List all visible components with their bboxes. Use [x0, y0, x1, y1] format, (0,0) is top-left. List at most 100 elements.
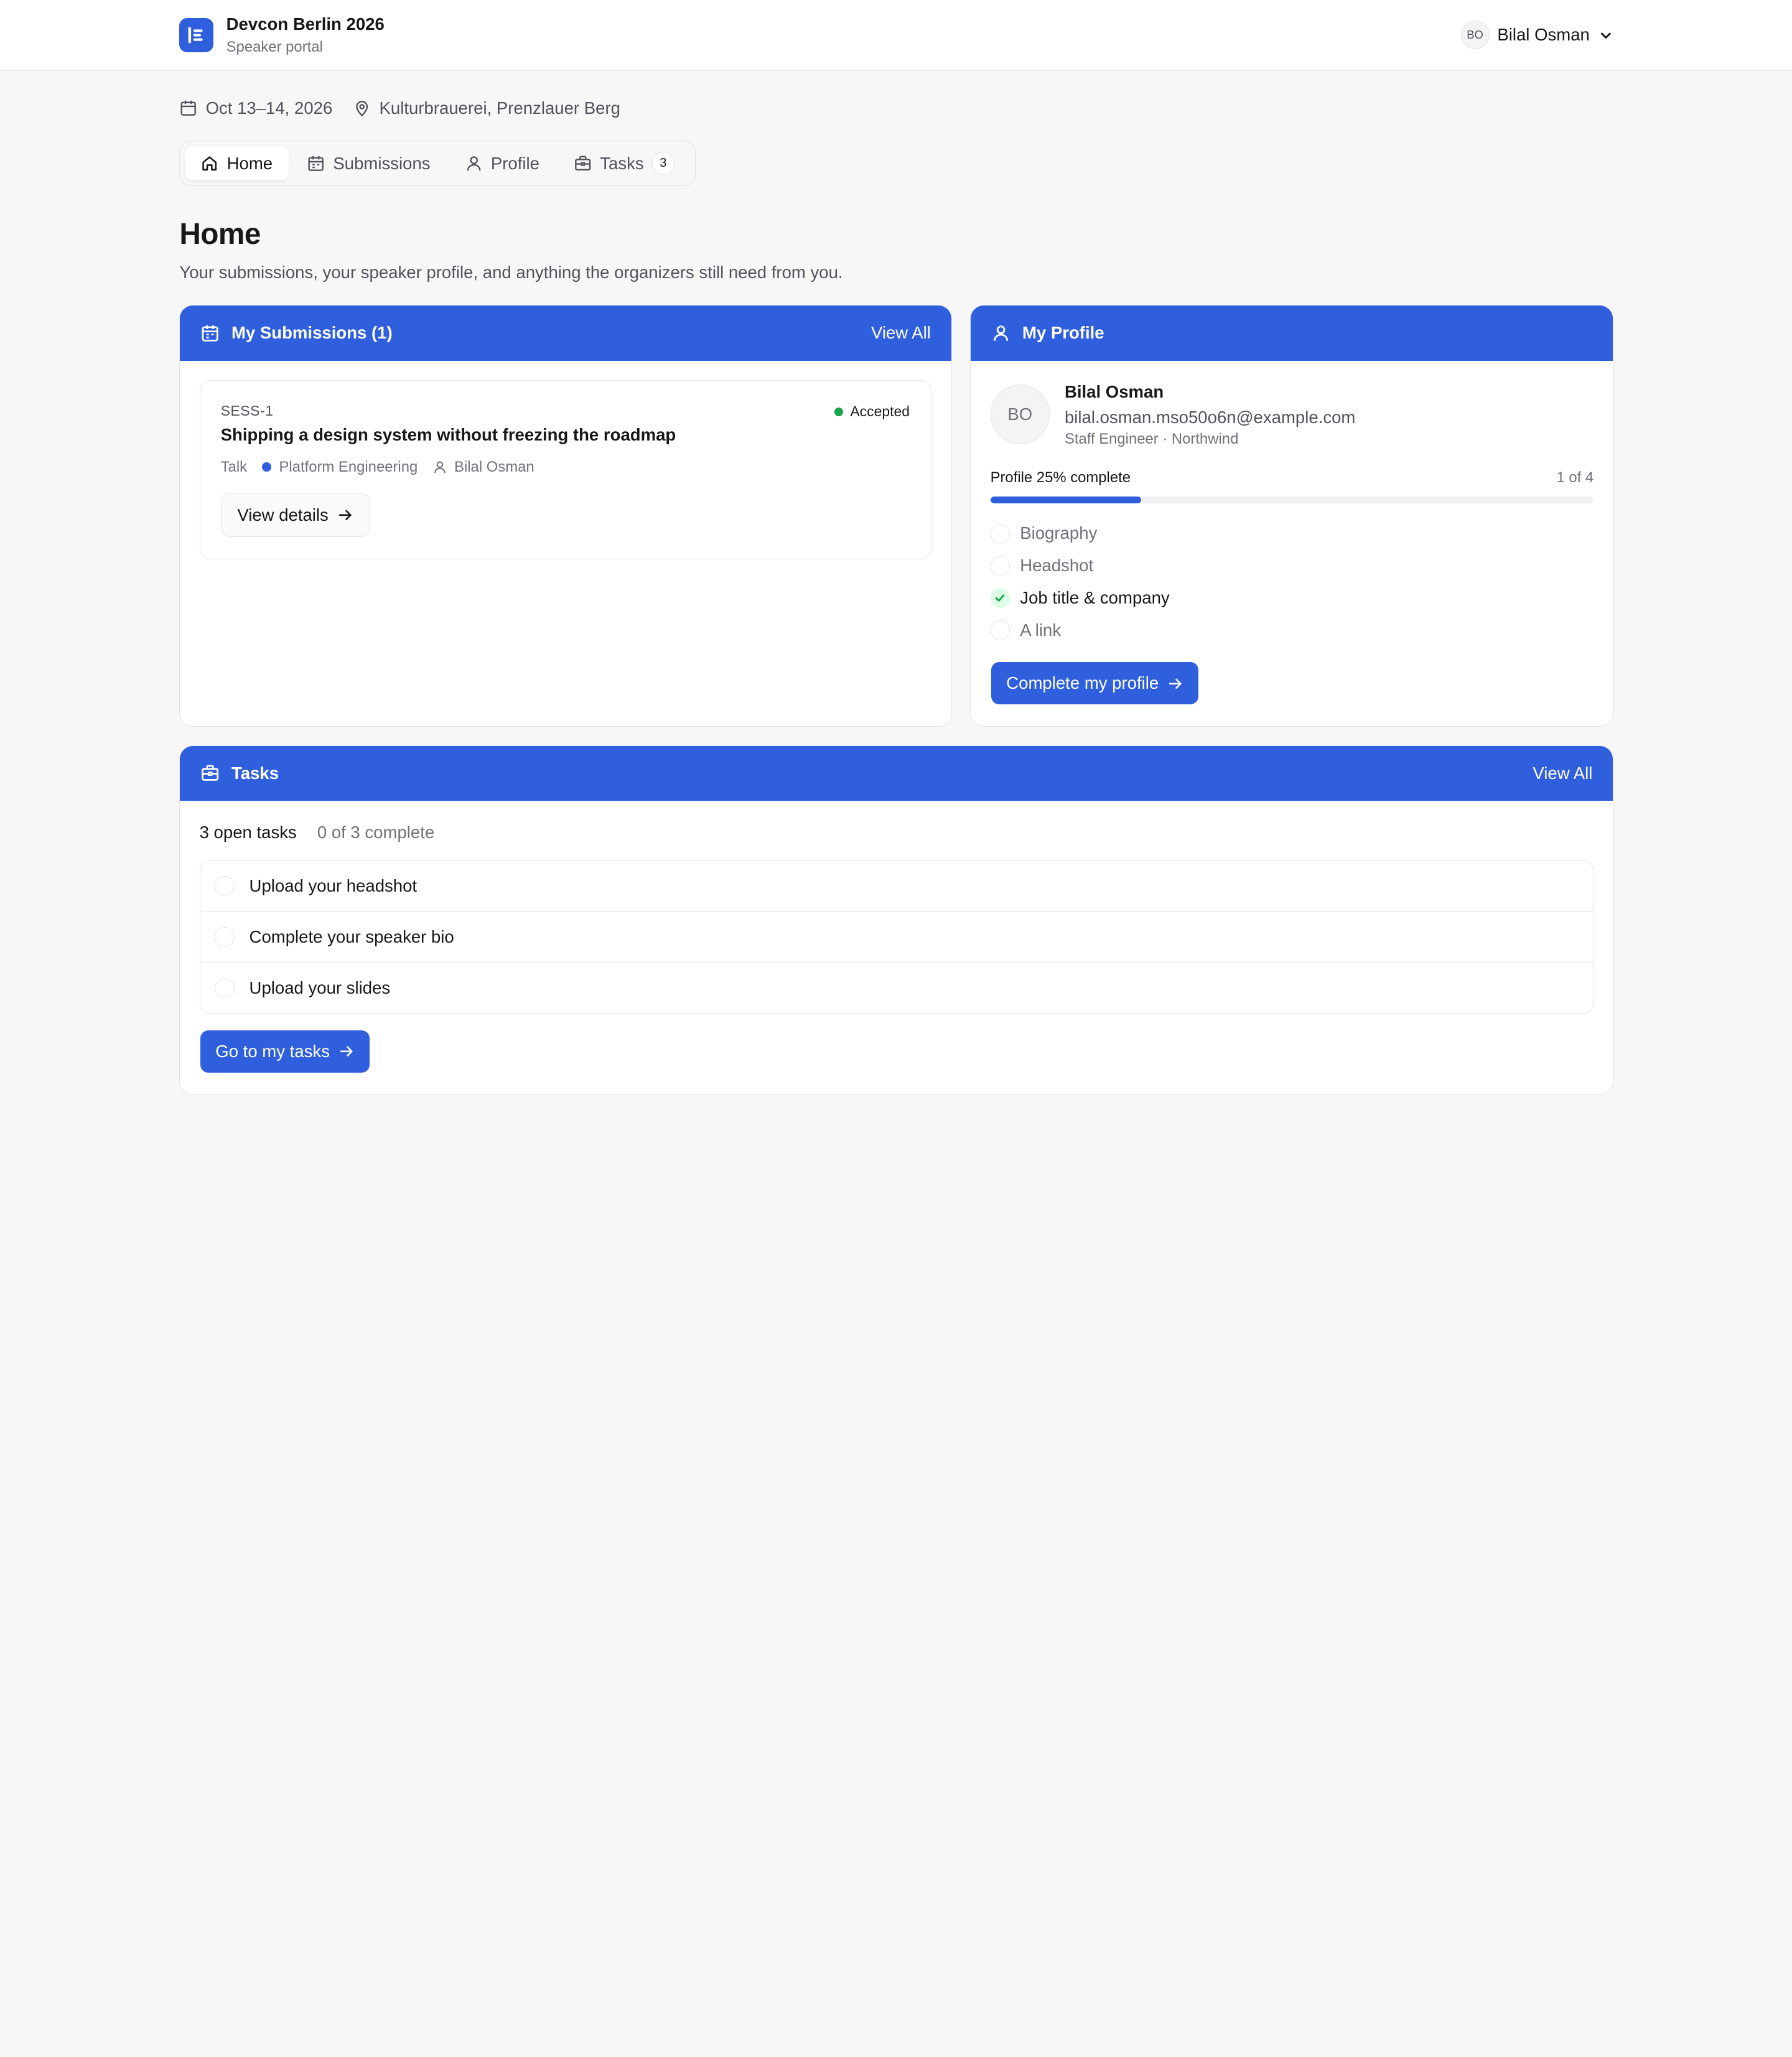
event-name: Devcon Berlin 2026: [226, 14, 385, 34]
event-venue-text: Kulturbrauerei, Prenzlauer Berg: [379, 98, 620, 118]
tab-label: Submissions: [333, 153, 431, 173]
complete-profile-label: Complete my profile: [1006, 673, 1159, 693]
tab-profile[interactable]: Profile: [449, 146, 556, 180]
checklist-item-job-title[interactable]: Job title & company: [990, 582, 1170, 614]
arrow-right-icon: [1167, 675, 1184, 693]
portal-label: Speaker portal: [226, 39, 323, 56]
checklist-item-biography[interactable]: Biography: [990, 517, 1170, 549]
checklist-label: A link: [1020, 620, 1062, 640]
speaker-name: Bilal Osman: [454, 458, 534, 475]
go-to-tasks-button[interactable]: Go to my tasks: [200, 1030, 370, 1073]
event-logo-icon: [179, 17, 214, 52]
map-pin-icon: [353, 99, 371, 117]
profile-card: My Profile BO Bilal Osman bilal.osman.ms…: [970, 305, 1614, 727]
submissions-card: My Submissions (1) View All SESS-1 Shipp…: [179, 305, 952, 727]
tasks-card-header: Tasks View All: [180, 745, 1613, 801]
tab-label: Home: [226, 153, 273, 173]
task-item-slides[interactable]: Upload your slides: [200, 963, 1594, 1014]
empty-circle-icon: [990, 523, 1010, 543]
top-bar: Devcon Berlin 2026 Speaker portal BO Bil…: [0, 0, 1792, 71]
tasks-complete-count: 0 of 3 complete: [317, 822, 435, 842]
empty-circle-icon[interactable]: [215, 876, 235, 896]
status-badge: Accepted: [834, 403, 910, 420]
brand[interactable]: Devcon Berlin 2026 Speaker portal: [179, 14, 385, 57]
profile-card-header: My Profile: [971, 306, 1613, 361]
profile-email: bilal.osman.mso50o6n@example.com: [1064, 407, 1356, 427]
submissions-card-header: My Submissions (1) View All: [180, 306, 951, 361]
profile-card-title: My Profile: [1022, 323, 1104, 343]
go-to-tasks-label: Go to my tasks: [215, 1041, 330, 1061]
task-label: Upload your slides: [249, 978, 391, 998]
open-tasks-count: 3 open tasks: [199, 822, 297, 842]
empty-circle-icon[interactable]: [215, 978, 235, 999]
profile-progress-count: 1 of 4: [1556, 469, 1594, 487]
page-title: Home: [179, 217, 261, 251]
event-dates-text: Oct 13–14, 2026: [205, 98, 333, 118]
submission-title: Shipping a design system without freezin…: [220, 425, 676, 445]
profile-name: Bilal Osman: [1064, 382, 1164, 402]
profile-role: Staff Engineer · Northwind: [1064, 430, 1239, 447]
submissions-card-title: My Submissions (1): [231, 323, 393, 343]
checklist-label: Biography: [1020, 523, 1098, 543]
tasks-card-title: Tasks: [231, 763, 279, 783]
user-icon: [432, 460, 447, 475]
task-item-headshot[interactable]: Upload your headshot: [200, 861, 1594, 912]
tab-label: Profile: [490, 153, 539, 173]
empty-circle-icon[interactable]: [215, 927, 235, 947]
tab-tasks[interactable]: Tasks 3: [558, 146, 691, 180]
status-dot-icon: [834, 407, 844, 417]
user-menu[interactable]: BO Bilal Osman: [1460, 21, 1614, 50]
avatar: BO: [1460, 21, 1490, 50]
task-label: Upload your headshot: [249, 875, 418, 895]
tab-submissions[interactable]: Submissions: [291, 146, 446, 180]
checklist-label: Headshot: [1020, 556, 1094, 576]
calendar-icon: [200, 324, 220, 343]
submissions-view-all-link[interactable]: View All: [871, 323, 931, 343]
user-name: Bilal Osman: [1497, 25, 1590, 45]
tasks-summary: 3 open tasks 0 of 3 complete: [200, 823, 435, 842]
chevron-down-icon: [1598, 27, 1614, 44]
profile-progress-label: Profile 25% complete: [990, 469, 1131, 487]
tab-label: Tasks: [600, 153, 644, 173]
profile-progress-fill: [990, 497, 1141, 504]
profile-checklist: Biography Headshot Job title & company A…: [990, 517, 1170, 646]
user-icon: [465, 154, 483, 172]
briefcase-icon: [200, 763, 220, 783]
view-details-label: View details: [237, 505, 329, 525]
event-venue: Kulturbrauerei, Prenzlauer Berg: [353, 98, 620, 118]
briefcase-icon: [574, 154, 592, 172]
check-icon: [990, 588, 1010, 608]
task-label: Complete your speaker bio: [249, 926, 454, 946]
arrow-right-icon: [337, 506, 354, 524]
task-item-bio[interactable]: Complete your speaker bio: [200, 912, 1594, 963]
status-text: Accepted: [850, 403, 910, 420]
submission-item: SESS-1 Shipping a design system without …: [199, 380, 932, 560]
arrow-right-icon: [338, 1043, 355, 1060]
profile-progress-bar: [990, 497, 1593, 504]
empty-circle-icon: [990, 556, 1010, 576]
tasks-view-all-link[interactable]: View All: [1533, 763, 1592, 783]
submission-type: Talk: [220, 458, 248, 475]
user-icon: [991, 324, 1010, 343]
submission-speaker: Bilal Osman: [432, 459, 534, 476]
page-subtitle: Your submissions, your speaker profile, …: [179, 263, 843, 282]
avatar: BO: [990, 385, 1050, 444]
calendar-icon: [179, 99, 197, 117]
tasks-card: Tasks View All 3 open tasks 0 of 3 compl…: [179, 745, 1614, 1095]
submission-meta: Talk Platform Engineering Bilal Osman: [221, 459, 534, 476]
main-tabs: Home Submissions Profile Tasks 3: [179, 140, 696, 187]
empty-circle-icon: [990, 620, 1010, 640]
calendar-icon: [307, 154, 325, 172]
complete-profile-button[interactable]: Complete my profile: [991, 662, 1199, 705]
event-meta: Oct 13–14, 2026 Kulturbrauerei, Prenzlau…: [179, 98, 620, 118]
checklist-item-headshot[interactable]: Headshot: [990, 549, 1170, 582]
checklist-item-link[interactable]: A link: [990, 614, 1170, 646]
view-details-button[interactable]: View details: [220, 492, 370, 538]
tab-home[interactable]: Home: [184, 146, 289, 181]
home-icon: [200, 154, 218, 172]
checklist-label: Job title & company: [1020, 588, 1170, 608]
submission-track: Platform Engineering: [261, 459, 418, 476]
task-list: Upload your headshot Complete your speak…: [199, 860, 1594, 1015]
track-dot-icon: [261, 462, 271, 472]
tasks-count-badge: 3: [651, 152, 675, 175]
